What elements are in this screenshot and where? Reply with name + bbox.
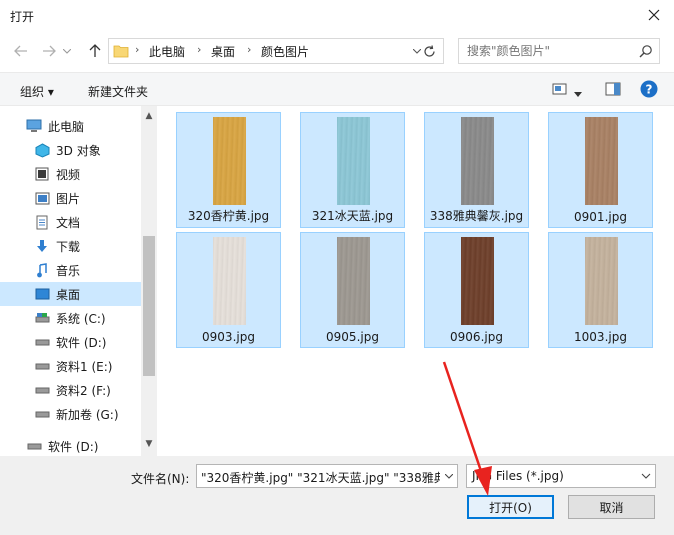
- image-thumbnail: [337, 237, 370, 325]
- image-thumbnail: [213, 117, 246, 205]
- pictures-icon: [34, 190, 50, 206]
- image-thumbnail: [337, 117, 370, 205]
- sidebar-item-desktop[interactable]: 桌面: [0, 282, 141, 306]
- new-folder-button[interactable]: 新建文件夹: [88, 83, 148, 100]
- chevron-right-icon: ›: [247, 43, 252, 56]
- file-name: 0906.jpg: [450, 330, 503, 344]
- sidebar-scrollbar[interactable]: ▲ ▼: [141, 106, 157, 456]
- scroll-down-icon[interactable]: ▼: [141, 436, 157, 452]
- recent-dropdown-icon[interactable]: [60, 40, 74, 62]
- open-button[interactable]: 打开(O): [467, 495, 554, 519]
- video-icon: [34, 166, 50, 182]
- image-thumbnail: [461, 237, 494, 325]
- forward-arrow-icon[interactable]: [38, 40, 60, 62]
- sidebar-item-network-drive-d[interactable]: 软件 (D:): [0, 434, 141, 458]
- svg-text:?: ?: [646, 83, 653, 97]
- file-name: 0905.jpg: [326, 330, 379, 344]
- file-name: 321冰天蓝.jpg: [311, 209, 394, 223]
- sidebar-item-downloads[interactable]: 下载: [0, 234, 141, 258]
- file-item[interactable]: 0905.jpg: [300, 232, 405, 348]
- documents-icon: [34, 214, 50, 230]
- view-options-icon[interactable]: [552, 82, 568, 99]
- drive-icon: [26, 438, 42, 454]
- file-list-view: 320香柠黄.jpg 321冰天蓝.jpg 338雅典馨灰.jpg 0901.j…: [157, 106, 674, 456]
- folder-icon: [113, 43, 129, 62]
- file-name: 0903.jpg: [202, 330, 255, 344]
- title-bar: 打开: [0, 0, 674, 32]
- file-item[interactable]: 0901.jpg: [548, 112, 653, 228]
- file-item[interactable]: 320香柠黄.jpg: [176, 112, 281, 228]
- breadcrumb-this-pc[interactable]: 此电脑: [149, 43, 185, 60]
- breadcrumb-color-pictures[interactable]: 颜色图片: [261, 43, 309, 60]
- file-item[interactable]: 0906.jpg: [424, 232, 529, 348]
- back-arrow-icon[interactable]: [10, 40, 32, 62]
- scroll-thumb[interactable]: [143, 236, 155, 376]
- computer-icon: [26, 118, 42, 134]
- filename-dropdown-icon[interactable]: [440, 464, 458, 488]
- dialog-footer: 文件名(N): "320香柠黄.jpg" "321冰天蓝.jpg" "338雅典…: [0, 456, 674, 535]
- file-item[interactable]: 1003.jpg: [548, 232, 653, 348]
- image-thumbnail: [213, 237, 246, 325]
- filetype-select[interactable]: JPG Files (*.jpg): [466, 464, 656, 488]
- view-dropdown-icon[interactable]: [574, 86, 582, 100]
- sidebar-item-music[interactable]: 音乐: [0, 258, 141, 282]
- chevron-right-icon: ›: [197, 43, 202, 56]
- file-name: 338雅典馨灰.jpg: [429, 209, 524, 223]
- sidebar-item-drive-f[interactable]: 资料2 (F:): [0, 378, 141, 402]
- search-box[interactable]: [458, 38, 660, 64]
- file-item[interactable]: 321冰天蓝.jpg: [300, 112, 405, 228]
- drive-icon: [34, 310, 50, 326]
- close-icon[interactable]: [634, 0, 674, 30]
- breadcrumb-desktop[interactable]: 桌面: [211, 43, 235, 60]
- drive-icon: [34, 406, 50, 422]
- filename-label: 文件名(N):: [131, 472, 190, 486]
- help-icon[interactable]: ?: [640, 80, 658, 101]
- image-thumbnail: [585, 237, 618, 325]
- sidebar-item-3d-objects[interactable]: 3D 对象: [0, 138, 141, 162]
- sidebar-item-pictures[interactable]: 图片: [0, 186, 141, 210]
- sidebar-item-videos[interactable]: 视频: [0, 162, 141, 186]
- file-name: 320香柠黄.jpg: [187, 209, 270, 223]
- up-arrow-icon[interactable]: [84, 40, 106, 62]
- sidebar-item-this-pc[interactable]: 此电脑: [0, 114, 141, 138]
- window-title: 打开: [10, 10, 35, 24]
- sidebar-item-documents[interactable]: 文档: [0, 210, 141, 234]
- drive-icon: [34, 382, 50, 398]
- image-thumbnail: [461, 117, 494, 205]
- filename-input[interactable]: "320香柠黄.jpg" "321冰天蓝.jpg" "338雅典: [196, 464, 458, 488]
- file-name: 0901.jpg: [574, 210, 627, 224]
- cancel-button[interactable]: 取消: [568, 495, 655, 519]
- navigation-pane: 此电脑 3D 对象 视频 图片 文档 下载 音乐 桌面 系统 (C:) 软件 (…: [0, 106, 157, 456]
- command-toolbar: 组织 ▾ 新建文件夹 ?: [0, 72, 674, 106]
- sidebar-item-drive-c[interactable]: 系统 (C:): [0, 306, 141, 330]
- refresh-icon[interactable]: [416, 38, 444, 64]
- organize-button[interactable]: 组织 ▾: [20, 83, 54, 100]
- download-icon: [34, 238, 50, 254]
- chevron-down-icon: [641, 469, 651, 486]
- sidebar-item-drive-g[interactable]: 新加卷 (G:): [0, 402, 141, 426]
- sidebar-item-drive-d[interactable]: 软件 (D:): [0, 330, 141, 354]
- search-icon[interactable]: [639, 44, 653, 61]
- sidebar-item-drive-e[interactable]: 资料1 (E:): [0, 354, 141, 378]
- drive-icon: [34, 358, 50, 374]
- music-icon: [34, 262, 50, 278]
- file-item[interactable]: 338雅典馨灰.jpg: [424, 112, 529, 228]
- file-item[interactable]: 0903.jpg: [176, 232, 281, 348]
- preview-pane-icon[interactable]: [605, 82, 621, 99]
- 3d-objects-icon: [34, 142, 50, 158]
- desktop-icon: [34, 286, 50, 302]
- search-input[interactable]: [467, 44, 627, 58]
- chevron-right-icon: ›: [135, 43, 140, 56]
- address-bar[interactable]: › 此电脑 › 桌面 › 颜色图片: [108, 38, 444, 64]
- scroll-up-icon[interactable]: ▲: [141, 108, 157, 124]
- image-thumbnail: [585, 117, 618, 205]
- file-name: 1003.jpg: [574, 330, 627, 344]
- drive-icon: [34, 334, 50, 350]
